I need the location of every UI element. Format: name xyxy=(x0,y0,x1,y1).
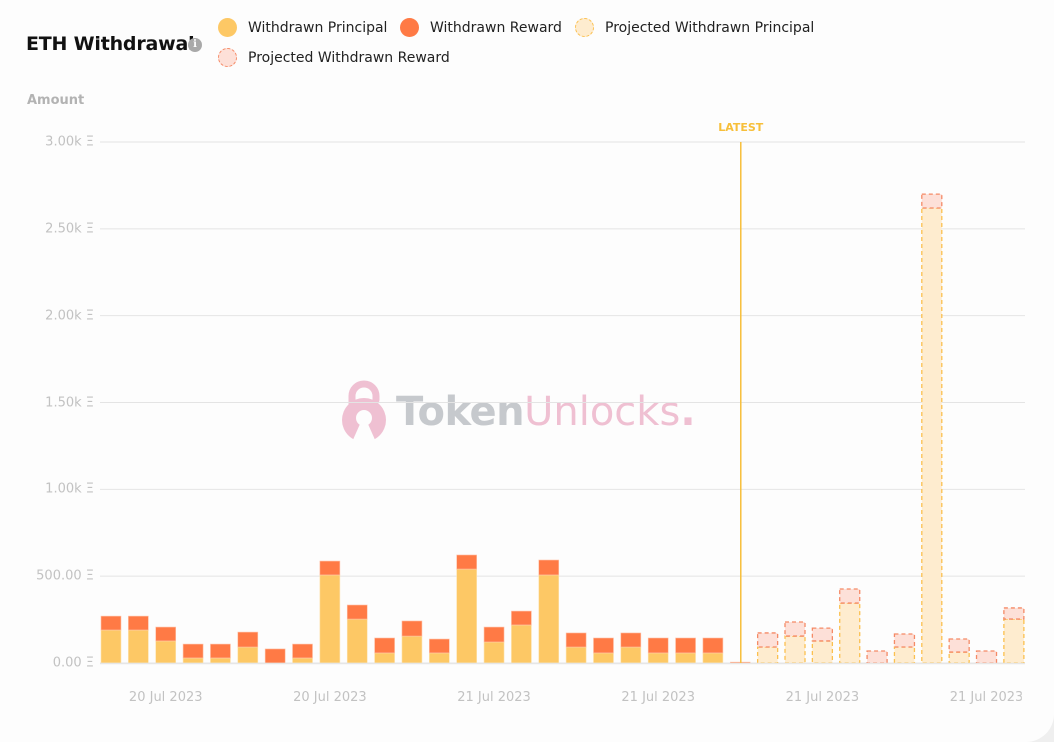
bar-withdrawn-principal xyxy=(319,574,341,664)
bar-withdrawn-principal xyxy=(511,624,532,664)
bar-withdrawn-reward xyxy=(292,643,313,659)
bar-withdrawn-reward xyxy=(128,615,149,631)
bar-withdrawn-reward xyxy=(237,631,259,648)
bar-projected-reward xyxy=(893,633,916,648)
x-tick-label: 21 Jul 2023 xyxy=(785,690,860,705)
bar-withdrawn-reward xyxy=(483,626,505,643)
bar-withdrawn-principal xyxy=(456,568,477,664)
bar-withdrawn-reward xyxy=(155,626,177,642)
bar-withdrawn-principal xyxy=(128,629,149,664)
y-tick-label: 2.50k Ξ xyxy=(45,221,94,237)
y-tick-label: 1.50k Ξ xyxy=(45,395,94,410)
bar-withdrawn-principal xyxy=(675,652,696,664)
bar-withdrawn-reward xyxy=(429,638,450,654)
bar-withdrawn-reward xyxy=(264,648,286,664)
bar-withdrawn-principal xyxy=(538,574,560,664)
bar-withdrawn-principal xyxy=(346,618,368,664)
bar-withdrawn-principal xyxy=(292,657,313,664)
y-tick-label: 2.00k Ξ xyxy=(45,308,94,324)
bar-withdrawn-reward xyxy=(319,560,341,576)
x-tick-label: 21 Jul 2023 xyxy=(621,690,695,705)
bar-withdrawn-principal xyxy=(155,640,177,664)
bar-projected-reward xyxy=(866,650,888,664)
bar-withdrawn-principal xyxy=(237,646,259,664)
bar-projected-principal xyxy=(948,651,970,664)
bar-projected-reward xyxy=(784,621,806,637)
x-tick-label: 21 Jul 2023 xyxy=(457,690,531,705)
y-tick-label: 500.00 Ξ xyxy=(36,568,94,584)
bar-withdrawn-principal xyxy=(483,641,505,664)
x-tick-label: 21 Jul 2023 xyxy=(949,690,1024,705)
bar-withdrawn-reward xyxy=(401,620,423,637)
x-tick-label: 20 Jul 2023 xyxy=(293,690,367,705)
bar-chart xyxy=(100,141,1025,665)
bar-withdrawn-reward xyxy=(100,615,122,631)
bar-withdrawn-principal xyxy=(210,657,231,664)
bar-withdrawn-reward xyxy=(182,643,204,659)
bar-withdrawn-principal xyxy=(401,635,423,664)
bar-withdrawn-reward xyxy=(593,637,614,654)
chart-card: ETH Withdrawal i Withdrawn Principal Wit… xyxy=(0,0,1054,742)
latest-marker-label: LATEST xyxy=(718,121,764,134)
bar-withdrawn-reward xyxy=(456,554,477,570)
bar-withdrawn-principal xyxy=(702,652,724,664)
bar-withdrawn-reward xyxy=(675,637,696,654)
bar-projected-principal xyxy=(839,602,861,664)
bar-withdrawn-principal xyxy=(620,646,642,664)
bar-withdrawn-principal xyxy=(593,652,614,664)
bar-projected-principal xyxy=(811,640,834,664)
x-tick-label: 20 Jul 2023 xyxy=(128,690,203,705)
bar-withdrawn-principal xyxy=(374,652,395,664)
bar-projected-reward xyxy=(839,588,861,604)
bar-withdrawn-reward xyxy=(210,643,231,659)
y-tick-label: 0.00 Ξ xyxy=(52,655,94,671)
bar-projected-principal xyxy=(756,646,779,664)
bar-withdrawn-reward xyxy=(511,610,532,626)
bar-withdrawn-reward xyxy=(538,559,560,576)
bar-withdrawn-reward xyxy=(647,637,669,654)
bar-withdrawn-principal xyxy=(647,652,669,664)
bar-withdrawn-principal xyxy=(182,657,204,664)
bar-withdrawn-reward xyxy=(565,632,587,648)
bar-projected-reward xyxy=(756,632,779,648)
bar-projected-principal xyxy=(921,207,943,664)
bar-withdrawn-reward xyxy=(374,637,395,654)
bar-withdrawn-principal xyxy=(429,652,450,664)
bar-projected-principal xyxy=(784,635,806,664)
bar-projected-reward xyxy=(921,193,943,209)
bar-withdrawn-principal xyxy=(565,646,587,664)
bar-projected-reward xyxy=(948,638,970,653)
bar-withdrawn-reward xyxy=(620,632,642,648)
bar-withdrawn-reward xyxy=(346,604,368,620)
bar-projected-reward xyxy=(1003,607,1025,620)
bar-projected-principal xyxy=(893,646,916,664)
bar-withdrawn-reward xyxy=(702,637,724,654)
bar-projected-reward xyxy=(975,650,998,664)
bar-withdrawn-principal xyxy=(100,629,122,664)
bar-projected-principal xyxy=(1003,618,1025,664)
bar-projected-reward xyxy=(811,627,834,642)
y-tick-label: 1.00k Ξ xyxy=(45,481,94,497)
y-tick-label: 3.00k Ξ xyxy=(45,134,94,150)
